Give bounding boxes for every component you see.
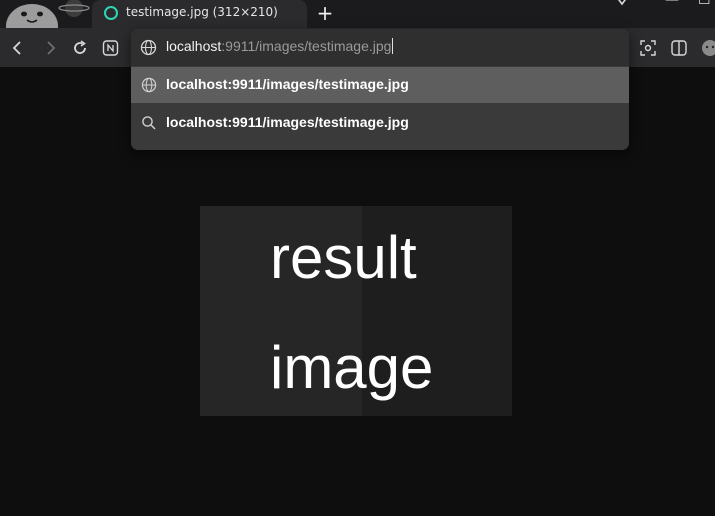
reload-icon[interactable] (70, 38, 90, 58)
profile-icon[interactable] (700, 38, 715, 58)
shield-icon[interactable] (614, 0, 630, 12)
reader-n-icon[interactable] (101, 38, 121, 58)
globe-icon (140, 39, 157, 56)
suggestion-text: localhost:9911/images/testimage.jpg (166, 76, 409, 92)
address-path: :9911/images/testimage.jpg (221, 38, 392, 54)
active-tab[interactable]: testimage.jpg (312×210) (92, 0, 307, 28)
suggestion-text: localhost:9911/images/testimage.jpg (166, 114, 409, 130)
image-text-line1: result (270, 224, 417, 291)
image-text-line2: image (270, 334, 434, 401)
address-bar[interactable]: localhost:9911/images/testimage.jpg (131, 29, 629, 66)
tab-favicon-icon (104, 6, 118, 20)
omnibox-dropdown: localhost:9911/images/testimage.jpg loca… (131, 29, 629, 150)
profile-avatar-art[interactable] (0, 0, 92, 28)
suggestion-item[interactable]: localhost:9911/images/testimage.jpg (131, 105, 629, 141)
address-text[interactable]: localhost:9911/images/testimage.jpg (166, 38, 394, 54)
address-host: localhost (166, 38, 222, 54)
maximize-button[interactable]: ☐ (698, 0, 711, 8)
forward-icon[interactable] (40, 38, 60, 58)
minimize-button[interactable]: — (665, 0, 679, 8)
new-tab-button[interactable]: + (316, 3, 334, 23)
globe-icon (141, 77, 157, 93)
split-view-icon[interactable] (669, 38, 689, 58)
displayed-image: result image (200, 206, 512, 416)
tab-title: testimage.jpg (312×210) (126, 5, 278, 19)
search-icon (142, 116, 156, 130)
text-caret (392, 38, 394, 54)
screenshot-icon[interactable] (638, 38, 658, 58)
back-icon[interactable] (8, 38, 28, 58)
tab-strip: testimage.jpg (312×210) + — ☐ (0, 0, 715, 28)
suggestion-item[interactable]: localhost:9911/images/testimage.jpg (131, 67, 629, 103)
